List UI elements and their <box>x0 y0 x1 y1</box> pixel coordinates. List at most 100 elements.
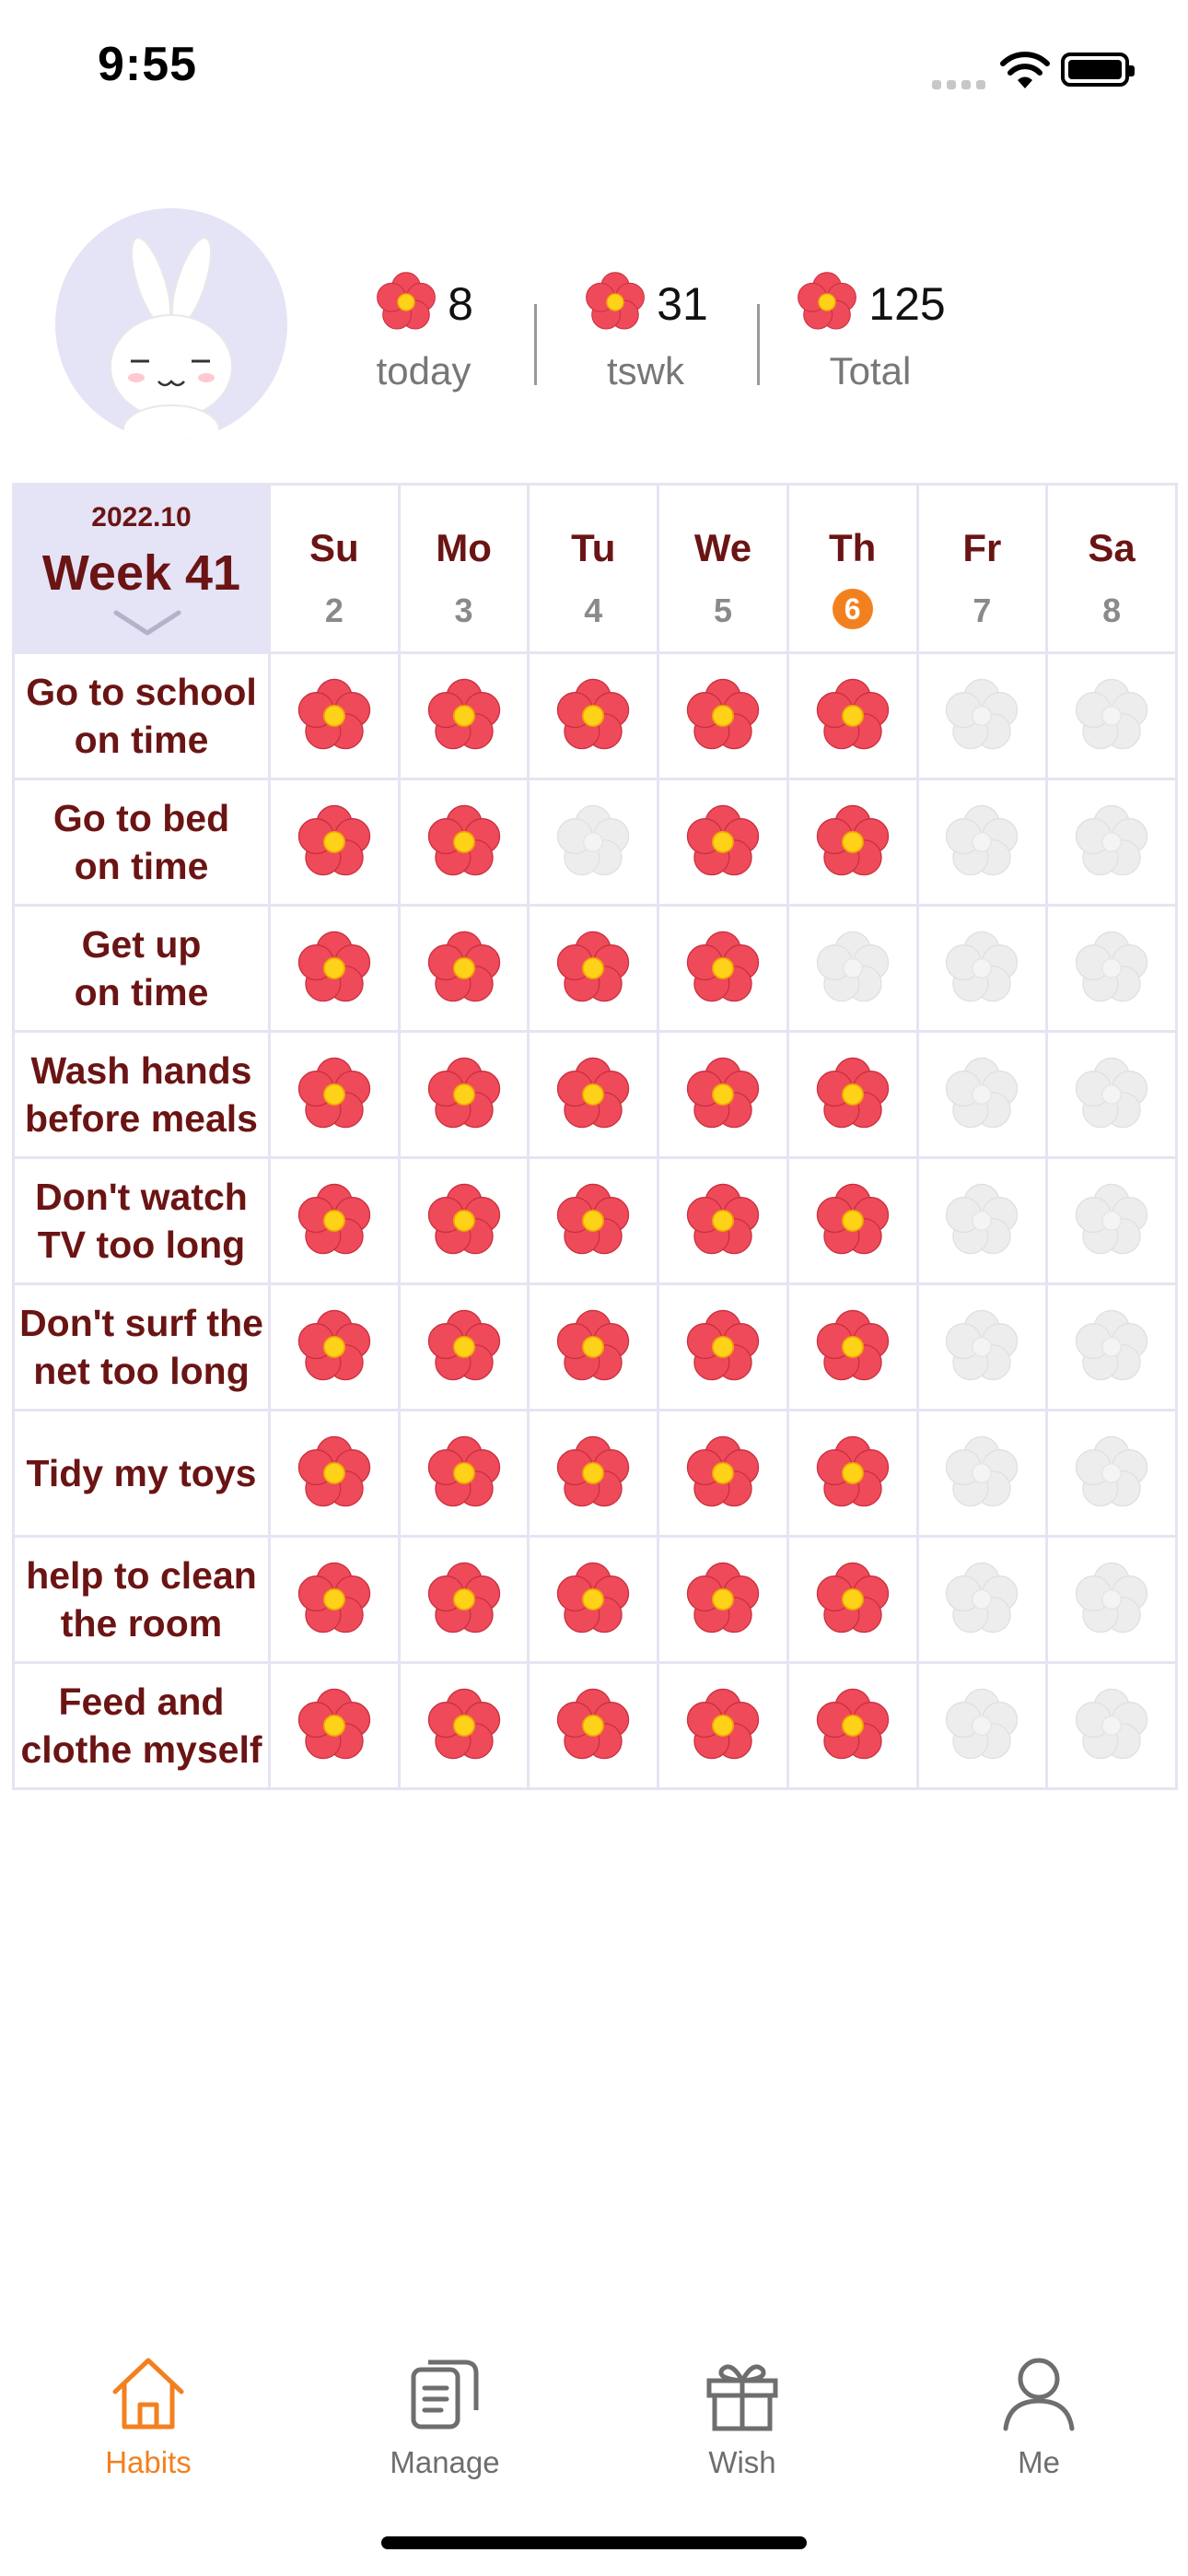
day-header: Th 6 <box>786 483 919 654</box>
habit-check-cell[interactable] <box>397 651 530 780</box>
flower-filled-icon <box>553 1307 633 1387</box>
habit-name[interactable]: Don't watch TV too long <box>12 1156 271 1285</box>
gift-icon <box>706 2364 778 2431</box>
flower-empty-icon <box>1072 1181 1151 1260</box>
flower-filled-icon <box>553 1686 633 1765</box>
habit-check-cell[interactable] <box>915 1282 1049 1411</box>
habit-check-cell[interactable] <box>915 1409 1049 1538</box>
habit-check-cell[interactable] <box>786 778 919 907</box>
habit-check-cell[interactable] <box>527 1282 660 1411</box>
habit-check-cell[interactable] <box>268 778 401 907</box>
tab-label: Me <box>1018 2445 1060 2479</box>
flower-filled-icon <box>295 1686 374 1765</box>
habit-check-cell[interactable] <box>527 1409 660 1538</box>
habit-check-cell[interactable] <box>786 651 919 780</box>
habit-check-cell[interactable] <box>915 651 1049 780</box>
year-month: 2022.10 <box>91 502 192 533</box>
habit-check-cell[interactable] <box>915 1030 1049 1159</box>
habit-check-cell[interactable] <box>397 1535 530 1664</box>
flower-filled-icon <box>425 1181 504 1260</box>
habit-check-cell[interactable] <box>397 1661 530 1790</box>
habit-check-cell[interactable] <box>1045 778 1178 907</box>
habit-check-cell[interactable] <box>1045 1409 1178 1538</box>
habit-check-cell[interactable] <box>786 1409 919 1538</box>
habit-check-cell[interactable] <box>527 1156 660 1285</box>
habit-check-cell[interactable] <box>397 1030 530 1159</box>
habit-name[interactable]: help to clean the room <box>12 1535 271 1664</box>
habit-check-cell[interactable] <box>268 1661 401 1790</box>
habit-check-cell[interactable] <box>1045 1535 1178 1664</box>
habit-check-cell[interactable] <box>1045 904 1178 1033</box>
person-icon <box>1003 2358 1075 2431</box>
habit-check-cell[interactable] <box>527 778 660 907</box>
habit-check-cell[interactable] <box>268 1282 401 1411</box>
habit-check-cell[interactable] <box>786 1156 919 1285</box>
habit-check-cell[interactable] <box>397 1156 530 1285</box>
habit-check-cell[interactable] <box>915 778 1049 907</box>
habit-check-cell[interactable] <box>1045 1030 1178 1159</box>
flower-filled-icon <box>813 1307 892 1387</box>
habit-check-cell[interactable] <box>915 904 1049 1033</box>
stat-total: 125 Total <box>764 263 976 393</box>
habit-name[interactable]: Don't surf the net too long <box>12 1282 271 1411</box>
habit-check-cell[interactable] <box>657 1030 789 1159</box>
tab-me[interactable]: Me <box>947 2340 1131 2480</box>
day-date: 4 <box>584 591 603 629</box>
tab-habits[interactable]: Habits <box>56 2340 240 2480</box>
habit-check-cell[interactable] <box>786 1535 919 1664</box>
avatar[interactable] <box>55 208 287 440</box>
habit-check-cell[interactable] <box>397 1409 530 1538</box>
habit-row: Go to bed on time <box>12 778 1178 907</box>
habit-name[interactable]: Feed and clothe myself <box>12 1661 271 1790</box>
habit-check-cell[interactable] <box>397 1282 530 1411</box>
habit-check-cell[interactable] <box>527 1030 660 1159</box>
habit-check-cell[interactable] <box>786 904 919 1033</box>
habit-check-cell[interactable] <box>268 904 401 1033</box>
habit-check-cell[interactable] <box>657 1156 789 1285</box>
day-header: Sa 8 <box>1045 483 1178 654</box>
habit-name[interactable]: Go to bed on time <box>12 778 271 907</box>
habit-check-cell[interactable] <box>268 651 401 780</box>
habit-check-cell[interactable] <box>915 1661 1049 1790</box>
flower-empty-icon <box>1072 929 1151 1008</box>
tab-wish[interactable]: Wish <box>650 2340 834 2480</box>
week-selector[interactable]: 2022.10 Week 41 <box>12 483 271 654</box>
habit-check-cell[interactable] <box>397 778 530 907</box>
habit-check-cell[interactable] <box>268 1409 401 1538</box>
flower-empty-icon <box>942 802 1021 882</box>
habit-name[interactable]: Tidy my toys <box>12 1409 271 1538</box>
habit-check-cell[interactable] <box>657 778 789 907</box>
habit-check-cell[interactable] <box>527 651 660 780</box>
habit-name[interactable]: Go to school on time <box>12 651 271 780</box>
habit-check-cell[interactable] <box>786 1661 919 1790</box>
tab-label: Wish <box>708 2445 776 2479</box>
tab-manage[interactable]: Manage <box>353 2340 537 2480</box>
flower-filled-icon <box>813 676 892 755</box>
habit-check-cell[interactable] <box>657 904 789 1033</box>
habit-check-cell[interactable] <box>527 904 660 1033</box>
habit-check-cell[interactable] <box>657 1409 789 1538</box>
habit-check-cell[interactable] <box>657 651 789 780</box>
habit-check-cell[interactable] <box>1045 1156 1178 1285</box>
flower-filled-icon <box>425 1560 504 1639</box>
habit-check-cell[interactable] <box>268 1030 401 1159</box>
habit-check-cell[interactable] <box>1045 651 1178 780</box>
habit-row: Tidy my toys <box>12 1409 1178 1538</box>
habit-check-cell[interactable] <box>268 1535 401 1664</box>
habit-check-cell[interactable] <box>527 1535 660 1664</box>
habit-check-cell[interactable] <box>1045 1661 1178 1790</box>
habit-check-cell[interactable] <box>915 1156 1049 1285</box>
habit-check-cell[interactable] <box>527 1661 660 1790</box>
habit-check-cell[interactable] <box>786 1030 919 1159</box>
habit-check-cell[interactable] <box>915 1535 1049 1664</box>
habit-name[interactable]: Get up on time <box>12 904 271 1033</box>
habit-check-cell[interactable] <box>786 1282 919 1411</box>
habit-check-cell[interactable] <box>1045 1282 1178 1411</box>
habit-check-cell[interactable] <box>657 1282 789 1411</box>
habit-check-cell[interactable] <box>397 904 530 1033</box>
habit-name[interactable]: Wash hands before meals <box>12 1030 271 1159</box>
flower-filled-icon <box>295 1181 374 1260</box>
habit-check-cell[interactable] <box>657 1535 789 1664</box>
habit-check-cell[interactable] <box>657 1661 789 1790</box>
habit-check-cell[interactable] <box>268 1156 401 1285</box>
